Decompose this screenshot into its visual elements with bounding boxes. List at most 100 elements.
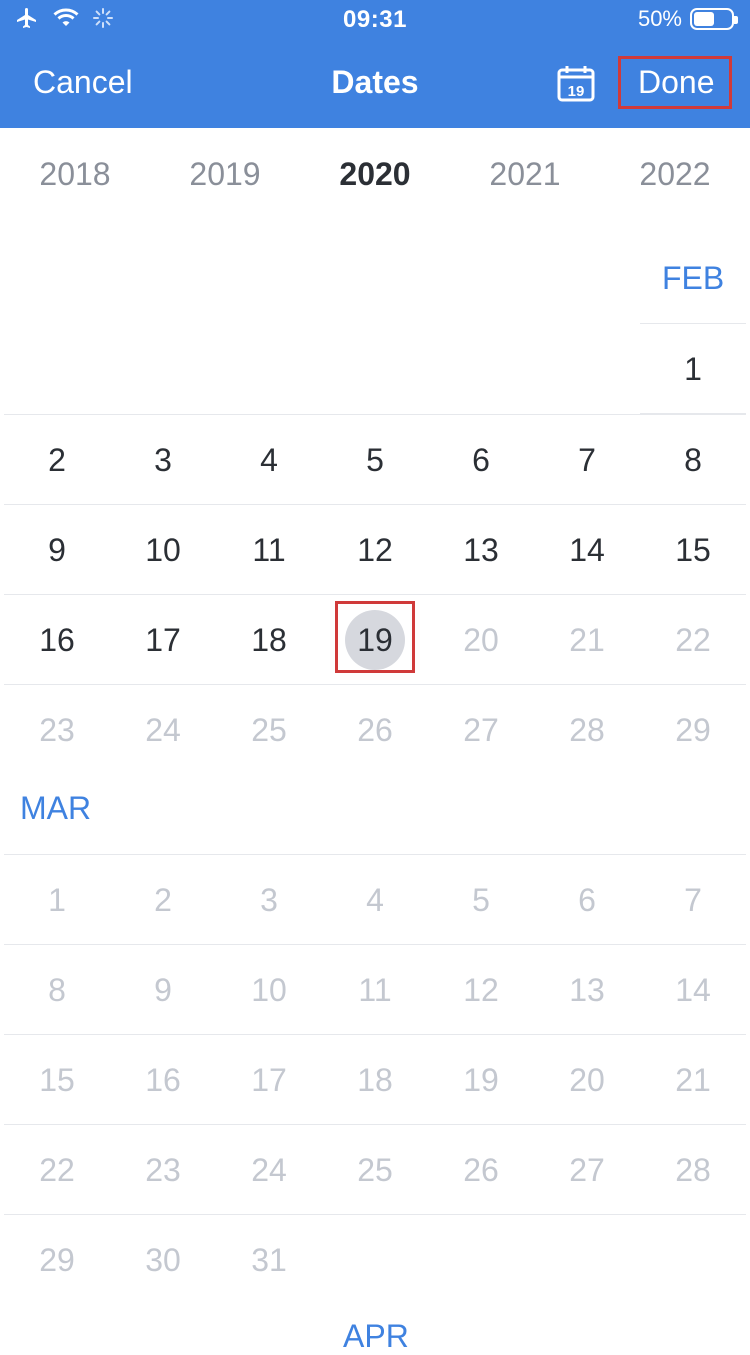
day-cell[interactable]: 7: [534, 415, 640, 505]
day-cell[interactable]: 2: [4, 415, 110, 505]
day-cell[interactable]: 8: [4, 945, 110, 1035]
day-cell[interactable]: 14: [534, 505, 640, 595]
day-cell[interactable]: 18: [216, 595, 322, 685]
day-cell[interactable]: 5: [322, 415, 428, 505]
day-cell[interactable]: 23: [110, 1125, 216, 1215]
day-cell[interactable]: 15: [640, 505, 746, 595]
day-cell[interactable]: 24: [216, 1125, 322, 1215]
day-cell[interactable]: 12: [428, 945, 534, 1035]
day-cell[interactable]: 20: [428, 595, 534, 685]
day-cell[interactable]: 4: [322, 855, 428, 945]
day-cell[interactable]: 11: [322, 945, 428, 1035]
day-cell[interactable]: 22: [4, 1125, 110, 1215]
day-cell[interactable]: 13: [428, 505, 534, 595]
day-cell[interactable]: 21: [640, 1035, 746, 1125]
day-cell[interactable]: 3: [216, 855, 322, 945]
year-2022[interactable]: 2022: [600, 156, 750, 193]
day-cell[interactable]: 1: [4, 855, 110, 945]
day-cell[interactable]: 14: [640, 945, 746, 1035]
day-cell[interactable]: 6: [428, 415, 534, 505]
day-number: 5: [366, 442, 384, 478]
day-cell[interactable]: 12: [322, 505, 428, 595]
day-cell[interactable]: 27: [428, 685, 534, 775]
day-number: 14: [675, 972, 711, 1008]
day-cell[interactable]: 2: [110, 855, 216, 945]
day-cell[interactable]: 19: [428, 1035, 534, 1125]
day-number: 8: [684, 442, 702, 478]
year-2021[interactable]: 2021: [450, 156, 600, 193]
day-number: 6: [578, 882, 596, 918]
day-cell[interactable]: 29: [640, 685, 746, 775]
day-cell[interactable]: 9: [110, 945, 216, 1035]
week-row: 15 16 17 18 19 20 21: [4, 1034, 746, 1125]
day-cell[interactable]: 8: [640, 415, 746, 505]
day-cell[interactable]: 23: [4, 685, 110, 775]
day-cell[interactable]: 1: [640, 324, 746, 414]
day-cell[interactable]: 17: [110, 595, 216, 685]
day-cell[interactable]: 10: [110, 505, 216, 595]
day-number: 4: [366, 882, 384, 918]
day-number: 29: [39, 1242, 75, 1278]
day-cell[interactable]: 30: [110, 1215, 216, 1305]
day-number: 30: [145, 1242, 181, 1278]
nav-bar: Cancel Dates 19 Done: [0, 40, 750, 128]
day-number: 3: [260, 882, 278, 918]
day-cell[interactable]: 21: [534, 595, 640, 685]
day-number: 5: [472, 882, 490, 918]
day-number: 22: [39, 1152, 75, 1188]
day-cell[interactable]: 16: [4, 595, 110, 685]
status-bar: 09:31 50%: [0, 0, 750, 40]
day-number: 9: [154, 972, 172, 1008]
day-cell[interactable]: 27: [534, 1125, 640, 1215]
year-2020[interactable]: 2020: [300, 156, 450, 193]
day-number: 25: [251, 712, 287, 748]
day-cell[interactable]: 11: [216, 505, 322, 595]
day-cell[interactable]: 28: [640, 1125, 746, 1215]
day-number: 19: [357, 622, 393, 658]
selected-day-cell[interactable]: 19: [322, 595, 428, 685]
week-row: 2 3 4 5 6 7 8: [4, 414, 746, 505]
day-cell[interactable]: 3: [110, 415, 216, 505]
month-label-feb: FEB: [662, 260, 725, 296]
day-cell[interactable]: 26: [322, 685, 428, 775]
day-cell[interactable]: 17: [216, 1035, 322, 1125]
day-number: 17: [145, 622, 181, 658]
day-cell[interactable]: 29: [4, 1215, 110, 1305]
day-cell[interactable]: 28: [534, 685, 640, 775]
day-cell[interactable]: 13: [534, 945, 640, 1035]
week-row: 1 2 3 4 5 6 7: [4, 854, 746, 945]
day-number: 26: [463, 1152, 499, 1188]
day-cell[interactable]: 20: [534, 1035, 640, 1125]
day-number: 15: [675, 532, 711, 568]
day-number: 23: [145, 1152, 181, 1188]
day-number: 22: [675, 622, 711, 658]
day-cell[interactable]: 10: [216, 945, 322, 1035]
day-cell[interactable]: 15: [4, 1035, 110, 1125]
day-cell[interactable]: 7: [640, 855, 746, 945]
day-cell[interactable]: 4: [216, 415, 322, 505]
day-cell[interactable]: 25: [216, 685, 322, 775]
day-cell[interactable]: 9: [4, 505, 110, 595]
day-cell[interactable]: 25: [322, 1125, 428, 1215]
week-row: 9 10 11 12 13 14 15: [4, 504, 746, 595]
day-cell[interactable]: 31: [216, 1215, 322, 1305]
day-cell[interactable]: 6: [534, 855, 640, 945]
day-number: 29: [675, 712, 711, 748]
day-number: 4: [260, 442, 278, 478]
day-number: 28: [675, 1152, 711, 1188]
year-2019[interactable]: 2019: [150, 156, 300, 193]
day-number: 16: [145, 1062, 181, 1098]
day-number: 18: [251, 622, 287, 658]
day-number: 14: [569, 532, 605, 568]
day-cell[interactable]: 16: [110, 1035, 216, 1125]
day-cell[interactable]: 18: [322, 1035, 428, 1125]
day-cell[interactable]: 26: [428, 1125, 534, 1215]
day-cell[interactable]: 24: [110, 685, 216, 775]
day-cell[interactable]: 5: [428, 855, 534, 945]
day-number: 19: [463, 1062, 499, 1098]
day-number: 11: [358, 972, 392, 1008]
calendar-today-icon[interactable]: 19: [556, 63, 596, 103]
day-cell[interactable]: 22: [640, 595, 746, 685]
week-row: 29 30 31: [4, 1214, 746, 1305]
year-2018[interactable]: 2018: [0, 156, 150, 193]
